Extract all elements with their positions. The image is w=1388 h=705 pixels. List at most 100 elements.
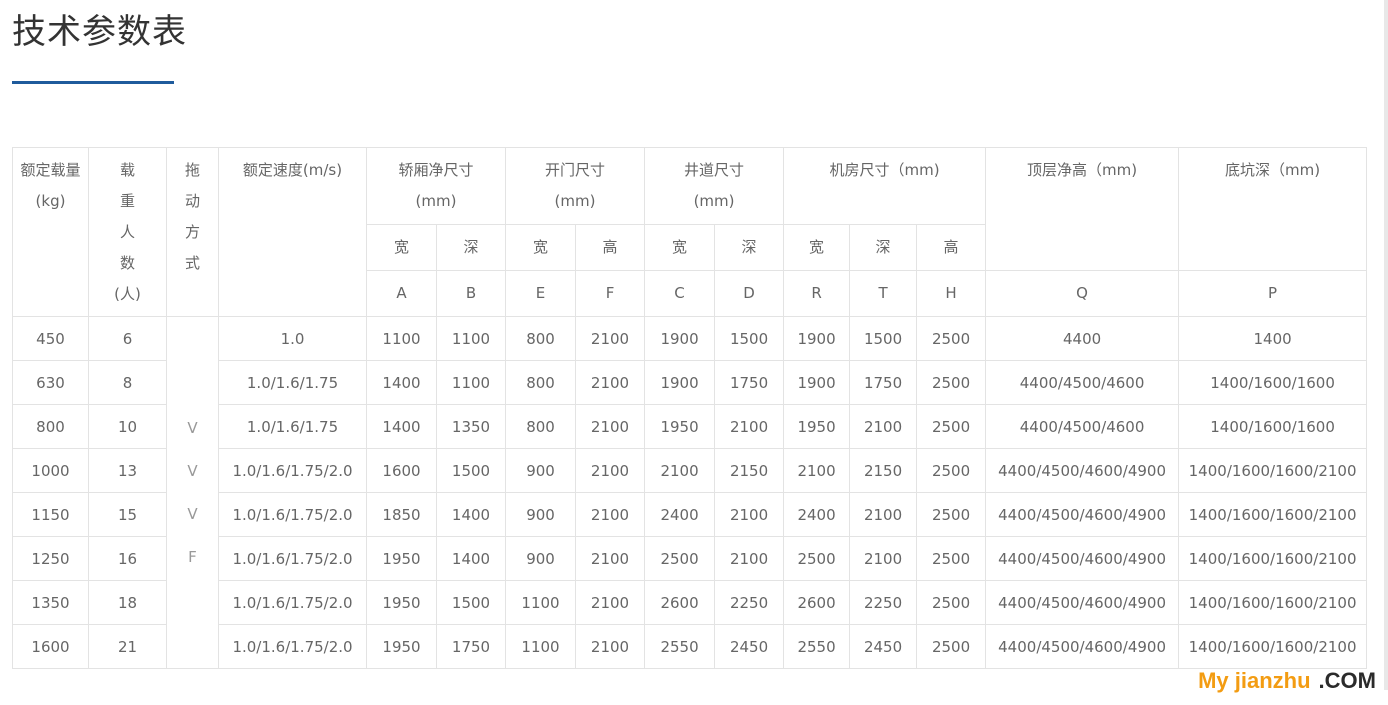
cell-r: 2100 (783, 448, 851, 493)
header-drive-char: 动 (184, 192, 200, 210)
cell-speed: 1.0/1.6/1.75/2.0 (218, 580, 367, 625)
subheader: 宽 (644, 224, 716, 271)
cell-q: 4400/4500/4600/4900 (985, 580, 1180, 625)
drive-letter: V (187, 418, 198, 437)
cell-load: 630 (12, 360, 89, 405)
header-persons-char: 人 (119, 223, 135, 241)
cell-persons: 21 (88, 624, 167, 669)
spec-table: 额定载量(kg) 载 重 人 数 (人) 拖 动 方 式 额定速度(m/s) 轿… (12, 147, 1368, 669)
cell-persons: 13 (88, 448, 167, 493)
cell-a: 1950 (366, 624, 437, 669)
cell-f: 2100 (575, 404, 646, 449)
column-code: Q (985, 270, 1180, 317)
drive-letter: V (187, 504, 198, 523)
cell-e: 1100 (505, 624, 577, 669)
cell-speed: 1.0/1.6/1.75/2.0 (218, 492, 367, 537)
cell-e: 900 (505, 492, 577, 537)
cell-a: 1600 (366, 448, 437, 493)
scrollbar[interactable] (1384, 0, 1388, 690)
cell-speed: 1.0/1.6/1.75 (218, 404, 367, 449)
header-speed: 额定速度(m/s) (218, 147, 367, 317)
cell-c: 2550 (644, 624, 716, 669)
header-persons-char: 重 (119, 192, 135, 210)
subheader: 宽 (366, 224, 437, 271)
cell-d: 1750 (714, 360, 785, 405)
cell-p: 1400/1600/1600/2100 (1178, 492, 1368, 537)
cell-h: 2500 (916, 536, 987, 581)
cell-speed: 1.0 (218, 316, 367, 361)
cell-c: 2500 (644, 536, 716, 581)
cell-d: 2150 (714, 448, 785, 493)
cell-load: 1150 (12, 492, 89, 537)
header-door-name: 开门尺寸 (545, 161, 606, 179)
subheader: 深 (435, 224, 507, 271)
cell-f: 2100 (575, 492, 646, 537)
cell-persons: 8 (88, 360, 167, 405)
cell-speed: 1.0/1.6/1.75/2.0 (218, 448, 367, 493)
cell-d: 2250 (714, 580, 785, 625)
table-row: 450 6 V V V F 1.0 1100 1100 800 2100 1900 1500 1900 15… (12, 316, 1368, 669)
cell-t: 2450 (849, 624, 918, 669)
watermark-text: My jianzhu (1198, 668, 1311, 693)
cell-speed: 1.0/1.6/1.75/2.0 (218, 536, 367, 581)
cell-d: 2100 (714, 404, 785, 449)
cell-load: 450 (12, 316, 89, 361)
subheader: 高 (575, 224, 646, 271)
cell-t: 2250 (849, 580, 918, 625)
cell-b: 1500 (435, 448, 507, 493)
cell-p: 1400/1600/1600/2100 (1178, 536, 1368, 581)
column-code: R (783, 270, 851, 317)
cell-r: 1950 (783, 404, 851, 449)
cell-persons: 10 (88, 404, 167, 449)
cell-p: 1400/1600/1600/2100 (1178, 580, 1368, 625)
cell-h: 2500 (916, 624, 987, 669)
cell-persons: 15 (88, 492, 167, 537)
cell-h: 2500 (916, 316, 987, 361)
header-machine-room: 机房尺寸（mm) (783, 147, 987, 225)
header-drive-char: 式 (184, 254, 200, 272)
cell-r: 2550 (783, 624, 851, 669)
cell-q: 4400/4500/4600/4900 (985, 448, 1180, 493)
header-shaft-name: 井道尺寸 (684, 161, 745, 179)
cell-p: 1400 (1178, 316, 1368, 361)
header-overhead: 顶层净高（mm) (985, 147, 1180, 271)
header-drive-char: 拖 (184, 161, 200, 179)
cell-t: 2150 (849, 448, 918, 493)
cell-q: 4400/4500/4600 (985, 360, 1180, 405)
cell-f: 2100 (575, 536, 646, 581)
cell-t: 2100 (849, 404, 918, 449)
cell-e: 900 (505, 448, 577, 493)
cell-e: 800 (505, 316, 577, 361)
cell-e: 900 (505, 536, 577, 581)
subheader: 宽 (505, 224, 577, 271)
cell-load: 1250 (12, 536, 89, 581)
title-underline (12, 81, 174, 84)
cell-t: 1750 (849, 360, 918, 405)
cell-r: 2400 (783, 492, 851, 537)
table-body: 450 6 V V V F 1.0 1100 1100 800 2100 1900 1500 1900 15… (12, 316, 1368, 669)
header-drive-char: 方 (184, 223, 200, 241)
drive-letter: V (187, 461, 198, 480)
cell-t: 2100 (849, 536, 918, 581)
cell-r: 2600 (783, 580, 851, 625)
cell-c: 2400 (644, 492, 716, 537)
cell-speed: 1.0/1.6/1.75/2.0 (218, 624, 367, 669)
header-car-unit: (mm) (415, 192, 457, 210)
cell-r: 1900 (783, 316, 851, 361)
header-car-name: 轿厢净尺寸 (398, 161, 474, 179)
cell-load: 1350 (12, 580, 89, 625)
cell-d: 2100 (714, 536, 785, 581)
cell-drive: V V V F (166, 316, 219, 669)
cell-a: 1400 (366, 360, 437, 405)
cell-b: 1100 (435, 360, 507, 405)
header-persons-char: 载 (119, 161, 135, 179)
header-persons-char: (人) (114, 285, 141, 303)
header-door: 开门尺寸 (mm) (505, 147, 646, 225)
cell-persons: 16 (88, 536, 167, 581)
cell-f: 2100 (575, 580, 646, 625)
cell-h: 2500 (916, 448, 987, 493)
cell-f: 2100 (575, 360, 646, 405)
cell-p: 1400/1600/1600 (1178, 404, 1368, 449)
cell-c: 2100 (644, 448, 716, 493)
cell-a: 1950 (366, 536, 437, 581)
